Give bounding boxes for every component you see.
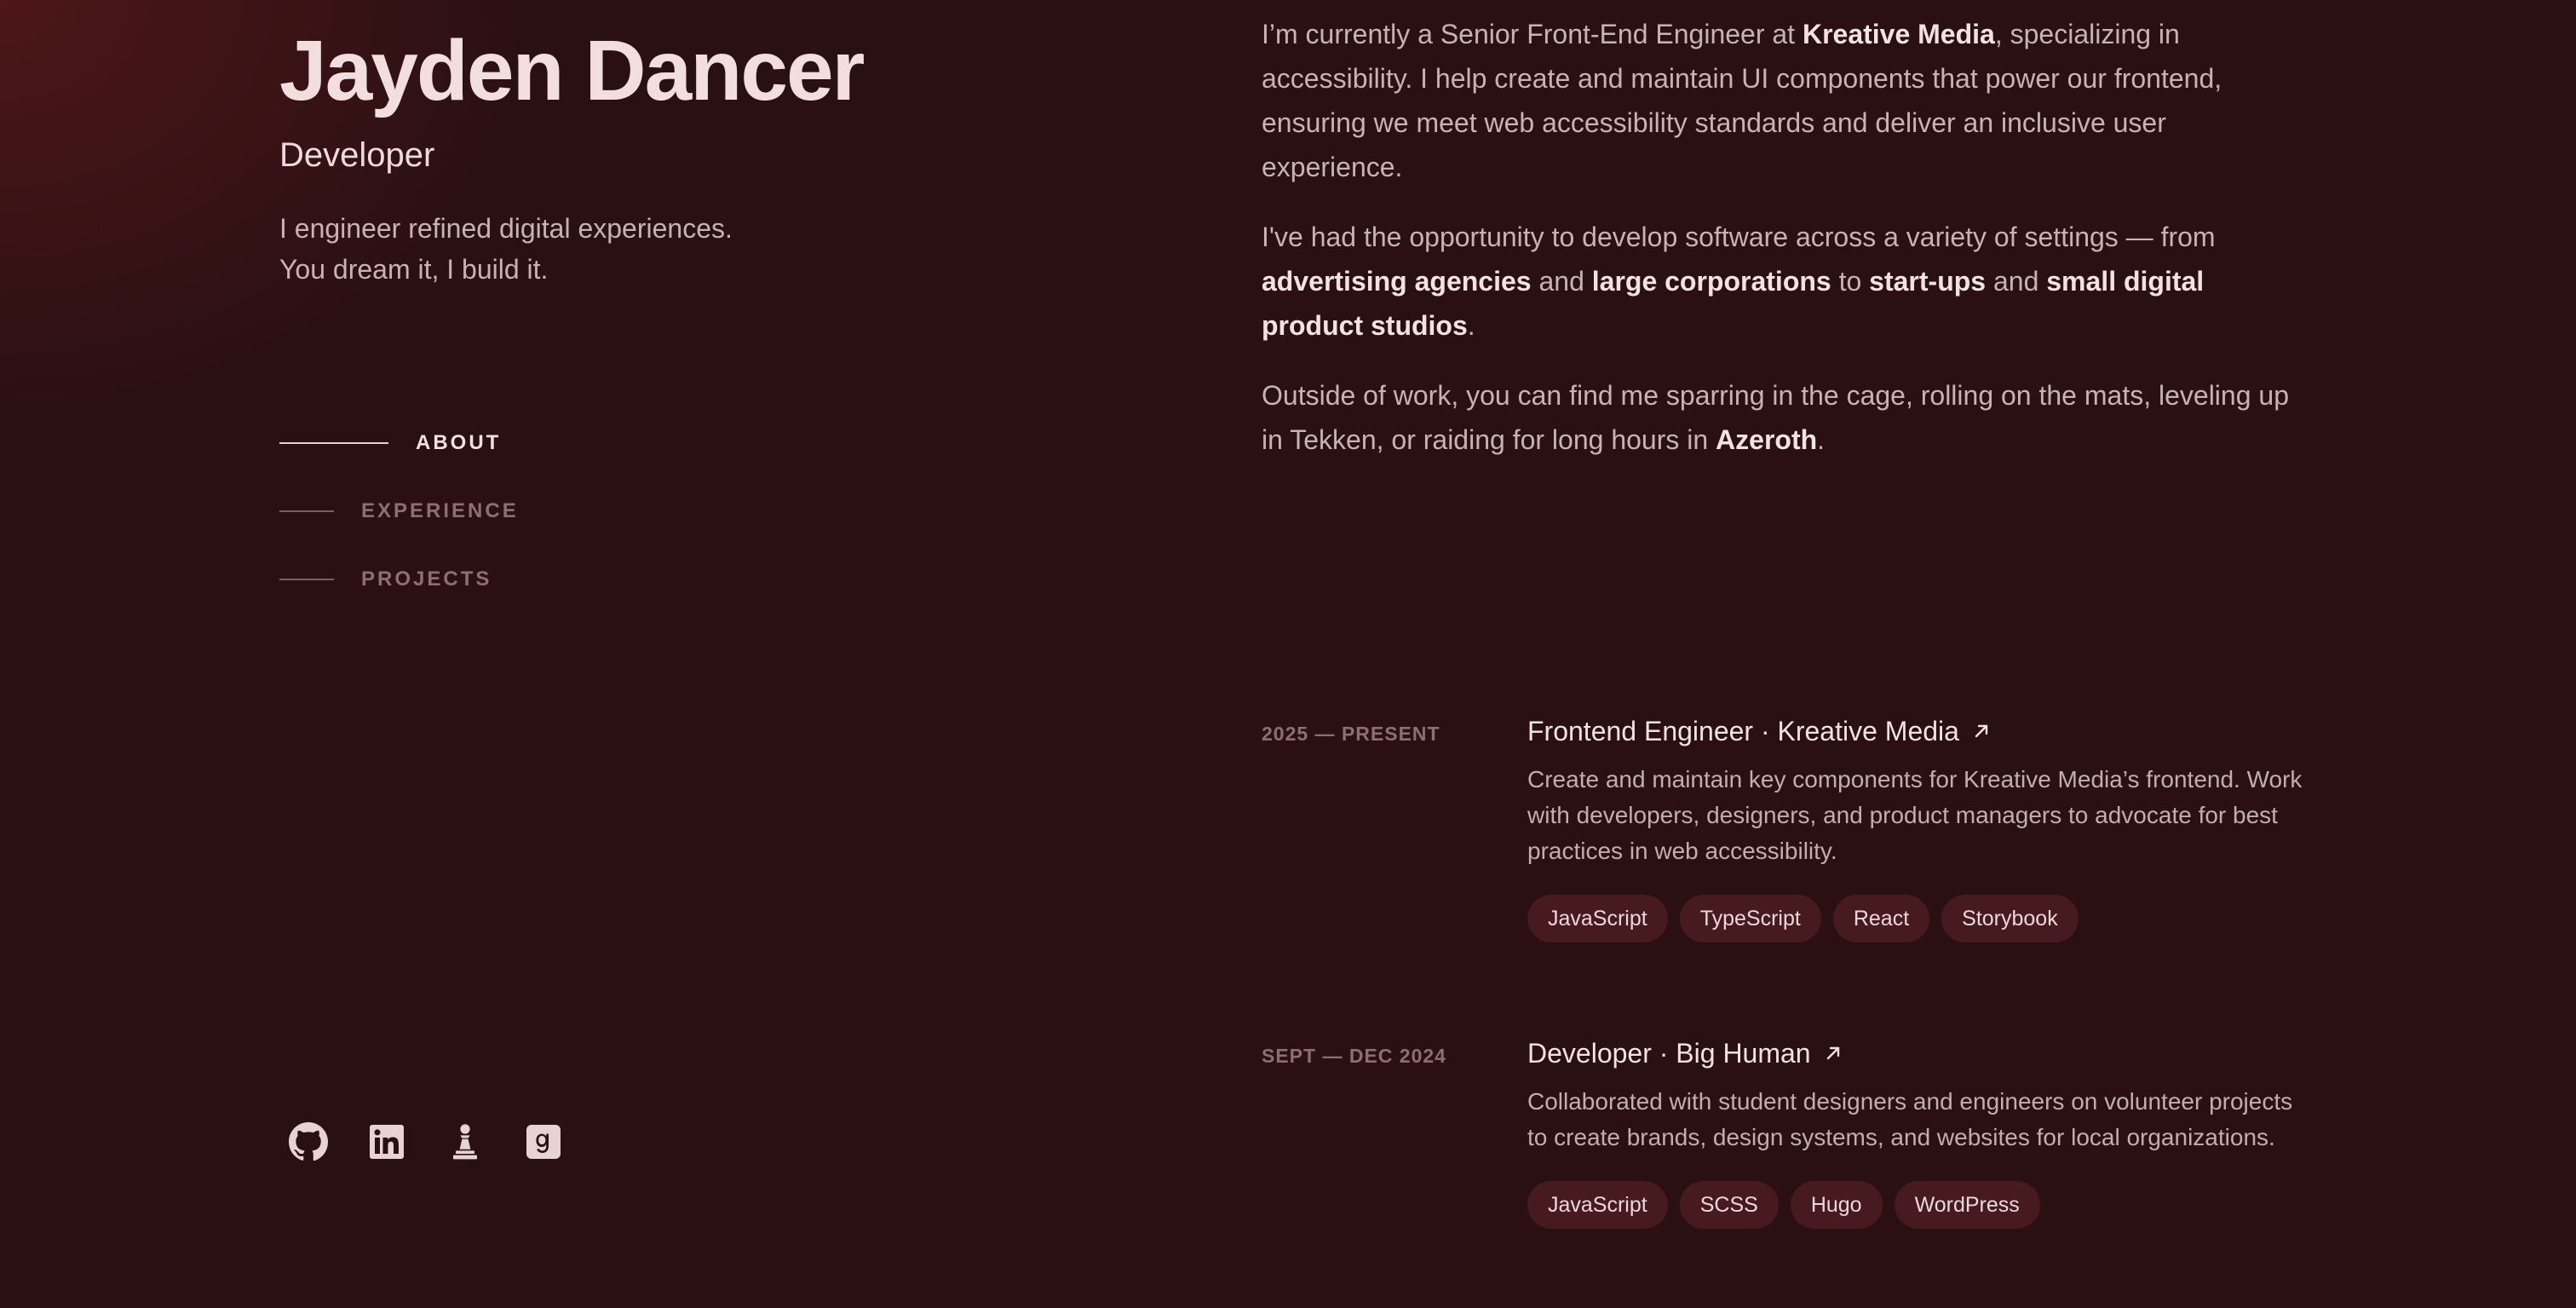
text: I’m currently a Senior Front-End Enginee… [1262, 19, 1803, 49]
nav-indicator-line [279, 442, 388, 444]
employer-highlight: Kreative Media [1802, 19, 1995, 49]
about-section: I’m currently a Senior Front-End Enginee… [1262, 0, 2301, 487]
tech-tag: Hugo [1790, 1181, 1883, 1229]
experience-body: Developer · Big Human Collaborated with … [1527, 1034, 2311, 1229]
experience-date: 2025 — PRESENT [1262, 723, 1440, 745]
about-paragraph-3: Outside of work, you can find me sparrin… [1262, 373, 2301, 462]
sidebar: Jayden Dancer Developer I engineer refin… [279, 0, 1046, 1308]
chess-pawn-icon [453, 1124, 477, 1160]
profile-role: Developer [279, 136, 435, 174]
text: . [1467, 310, 1475, 341]
arrow-up-right-icon [1826, 1046, 1839, 1060]
goodreads-link[interactable] [521, 1120, 566, 1164]
experience-title: Frontend Engineer · Kreative Media [1527, 715, 1959, 746]
nav-item-experience[interactable]: EXPERIENCE [279, 477, 519, 545]
experience-date: SEPT — DEC 2024 [1262, 1045, 1446, 1067]
linkedin-link[interactable] [365, 1120, 409, 1164]
tech-tag: SCSS [1679, 1181, 1779, 1229]
tech-tag: JavaScript [1527, 1181, 1668, 1229]
tagline-line-2: You dream it, I build it. [279, 254, 549, 285]
profile-tagline: I engineer refined digital experiences. … [279, 208, 733, 290]
section-nav: ABOUT EXPERIENCE PROJECTS [279, 409, 519, 614]
highlight: start-ups [1869, 266, 1987, 297]
tech-tag: TypeScript [1679, 895, 1821, 942]
nav-item-about[interactable]: ABOUT [279, 409, 519, 477]
tech-tags: JavaScript TypeScript React Storybook [1527, 895, 2311, 942]
highlight: large corporations [1591, 266, 1831, 297]
about-text: I’m currently a Senior Front-End Enginee… [1262, 0, 2301, 462]
text: to [1831, 266, 1870, 297]
experience-title: Developer · Big Human [1527, 1037, 1811, 1069]
social-links [286, 1120, 566, 1164]
chess-link[interactable] [443, 1120, 487, 1164]
nav-label: ABOUT [416, 431, 502, 454]
tech-tag: Storybook [1941, 895, 2079, 942]
text: and [1986, 266, 2047, 297]
nav-label: EXPERIENCE [361, 499, 519, 522]
arrow-up-right-icon [1975, 724, 1988, 738]
tech-tag: JavaScript [1527, 895, 1668, 942]
experience-title-link[interactable]: Frontend Engineer · Kreative Media [1527, 712, 2311, 750]
tech-tag: WordPress [1894, 1181, 2040, 1229]
linkedin-icon [370, 1125, 404, 1159]
about-paragraph-2: I've had the opportunity to develop soft… [1262, 215, 2301, 348]
highlight: Azeroth [1716, 424, 1818, 455]
text: . [1817, 424, 1826, 455]
experience-body: Frontend Engineer · Kreative Media Creat… [1527, 712, 2311, 942]
goodreads-icon [526, 1125, 561, 1159]
github-icon [289, 1122, 329, 1161]
experience-title-link[interactable]: Developer · Big Human [1527, 1034, 2311, 1072]
tech-tag: React [1832, 895, 1930, 942]
profile-name: Jayden Dancer [279, 23, 865, 118]
nav-indicator-line [279, 510, 334, 512]
text: and [1531, 266, 1592, 297]
github-link[interactable] [286, 1120, 331, 1164]
highlight: advertising agencies [1262, 266, 1532, 297]
tech-tags: JavaScript SCSS Hugo WordPress [1527, 1181, 2311, 1229]
experience-description: Create and maintain key components for K… [1527, 766, 2303, 864]
experience-description: Collaborated with student designers and … [1527, 1088, 2293, 1150]
nav-label: PROJECTS [361, 568, 492, 591]
nav-item-projects[interactable]: PROJECTS [279, 545, 519, 614]
tagline-line-1: I engineer refined digital experiences. [279, 213, 733, 244]
about-paragraph-1: I’m currently a Senior Front-End Enginee… [1262, 12, 2301, 189]
nav-indicator-line [279, 579, 334, 580]
text: I've had the opportunity to develop soft… [1262, 222, 2216, 252]
